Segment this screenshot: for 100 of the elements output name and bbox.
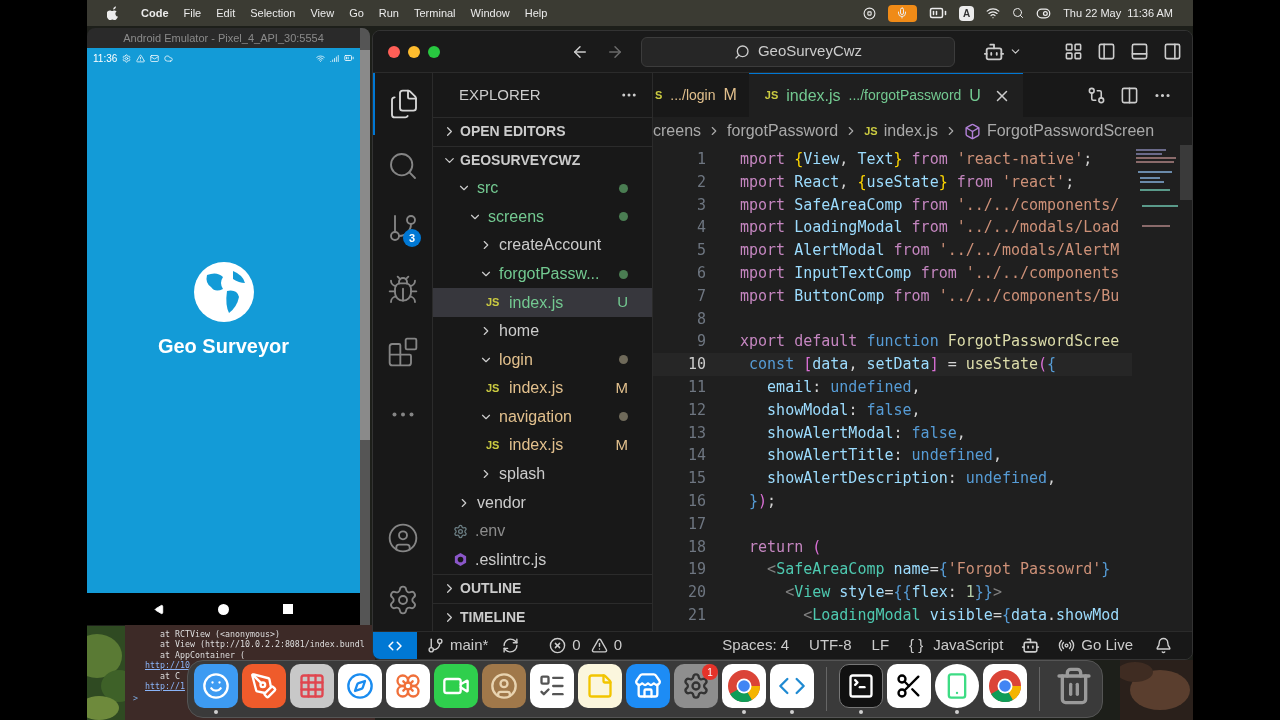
- dock-app-button[interactable]: [578, 664, 622, 708]
- file-row[interactable]: JS index.js M: [433, 431, 652, 460]
- menu-item[interactable]: Terminal: [414, 4, 456, 22]
- code-line: <SafeAreaComp name={'Forgot Passowrd'}: [766, 559, 1111, 581]
- file-row[interactable]: JS index.js M: [433, 374, 652, 403]
- status-item[interactable]: UTF-8: [799, 632, 862, 659]
- dock-app-button[interactable]: [338, 664, 382, 708]
- section-header[interactable]: OPEN EDITORS: [433, 116, 652, 146]
- input-source[interactable]: A: [958, 5, 975, 21]
- dock-app-button[interactable]: 1: [674, 664, 718, 708]
- branch-button[interactable]: main*: [417, 632, 499, 659]
- maximize-window-button[interactable]: [428, 45, 440, 58]
- section-title: OUTLINE: [460, 579, 522, 599]
- language-button[interactable]: { } JavaScript: [899, 632, 1014, 659]
- notifications-icon[interactable]: [1155, 637, 1172, 654]
- clock[interactable]: Thu 22 May 11:36 AM: [1063, 4, 1173, 22]
- editor-tab[interactable]: S .../login M: [653, 73, 749, 117]
- file-row[interactable]: .eslintrc.js: [433, 545, 652, 574]
- menu-app-name[interactable]: Code: [141, 4, 169, 22]
- command-center[interactable]: GeoSurveyCwz: [641, 36, 955, 67]
- folder-name: forgotPassw...: [499, 264, 600, 285]
- split-editor-icon[interactable]: [1120, 85, 1139, 105]
- tab-path: .../login: [670, 85, 716, 105]
- go-live-button[interactable]: Go Live: [1048, 632, 1143, 659]
- hexagon-icon: [453, 552, 468, 568]
- status-item[interactable]: LF: [861, 632, 900, 659]
- folder-name: splash: [499, 464, 546, 484]
- apple-logo-icon[interactable]: [107, 6, 119, 20]
- sync-icon[interactable]: [502, 637, 520, 654]
- panel-left-icon[interactable]: [1097, 42, 1116, 61]
- folder-row[interactable]: navigation: [433, 402, 652, 432]
- dock-app-button[interactable]: [194, 664, 238, 708]
- back-icon[interactable]: [153, 603, 165, 615]
- dock-app-button[interactable]: [434, 664, 478, 708]
- breadcrumb-item[interactable]: ForgotPasswordScreen: [986, 119, 1155, 143]
- dock-app-button[interactable]: [626, 664, 670, 708]
- breadcrumb-item[interactable]: forgotPassword: [727, 119, 839, 143]
- breadcrumb-item[interactable]: creens: [653, 119, 702, 143]
- js-icon: S: [655, 86, 663, 104]
- terminal-link[interactable]: http://1: [145, 681, 185, 692]
- menu-item[interactable]: Edit: [216, 4, 236, 22]
- browser-app-button[interactable]: [722, 664, 766, 708]
- compare-icon[interactable]: [1087, 85, 1106, 105]
- menu-item[interactable]: File: [183, 4, 202, 22]
- folder-row[interactable]: login: [433, 345, 652, 374]
- browser-app-button[interactable]: [983, 664, 1027, 708]
- folder-row[interactable]: splash: [433, 459, 652, 489]
- menu-item[interactable]: Help: [524, 4, 548, 22]
- record-icon[interactable]: [862, 6, 876, 20]
- menu-item[interactable]: Run: [378, 4, 399, 22]
- emulator-title: Android Emulator - Pixel_4_API_30:5554: [122, 30, 325, 46]
- dock-app-button[interactable]: [935, 664, 979, 708]
- microphone-icon: [896, 7, 909, 19]
- terminal-link[interactable]: http://10: [145, 660, 190, 671]
- section-header[interactable]: GEOSURVEYCWZ: [433, 145, 652, 175]
- problems-button[interactable]: 0 0: [539, 632, 633, 659]
- folder-row[interactable]: createAccount: [433, 231, 652, 260]
- close-window-button[interactable]: [388, 45, 400, 58]
- home-icon[interactable]: [218, 603, 230, 615]
- git-status-letter: M: [615, 378, 628, 399]
- file-row[interactable]: JS index.js U: [433, 288, 652, 317]
- microphone-indicator[interactable]: [887, 4, 917, 22]
- dock-app-button[interactable]: [770, 664, 814, 708]
- menu-item[interactable]: Go: [349, 4, 364, 22]
- browser-logo-icon: [727, 669, 761, 703]
- breadcrumb-item[interactable]: index.js: [883, 119, 938, 143]
- folder-row[interactable]: vendor: [433, 488, 652, 517]
- git-status-letter: M: [615, 435, 628, 456]
- dock-app-button[interactable]: [530, 664, 574, 708]
- dock-app-button[interactable]: [242, 664, 286, 708]
- blocks-icon: [387, 336, 419, 368]
- section-header[interactable]: OUTLINE: [433, 573, 652, 603]
- panel-bottom-icon[interactable]: [1130, 42, 1149, 61]
- dock-app-button[interactable]: [482, 664, 526, 708]
- wifi-icon[interactable]: [986, 6, 1001, 20]
- folder-row[interactable]: forgotPassw...: [433, 259, 652, 289]
- folder-row[interactable]: home: [433, 316, 652, 346]
- line-number: 4: [695, 217, 706, 239]
- layout-icon[interactable]: [1064, 42, 1083, 61]
- dock-app-button[interactable]: [839, 664, 883, 708]
- bot-icon[interactable]: [1021, 636, 1041, 655]
- file-row[interactable]: .env: [433, 516, 652, 546]
- menu-item[interactable]: Selection: [250, 4, 296, 22]
- folder-row[interactable]: screens: [433, 202, 652, 232]
- dock-app-button[interactable]: [887, 664, 931, 708]
- recents-icon[interactable]: [283, 604, 294, 614]
- folder-row[interactable]: src: [433, 174, 652, 203]
- activity-bar-button[interactable]: 3: [373, 197, 433, 259]
- editor-tab[interactable]: JS index.js .../forgotPassword U: [748, 73, 1023, 117]
- line-number: 20: [686, 582, 706, 604]
- dock-app-button[interactable]: [386, 664, 430, 708]
- status-item[interactable]: Spaces: 4: [712, 632, 800, 659]
- control-center-icon[interactable]: [1036, 5, 1052, 21]
- menu-item[interactable]: Window: [470, 4, 510, 22]
- panel-right-icon[interactable]: [1163, 42, 1182, 61]
- search-icon[interactable]: [1012, 7, 1025, 19]
- menu-item[interactable]: View: [310, 4, 335, 22]
- file-name: index.js: [509, 292, 564, 313]
- minimize-window-button[interactable]: [408, 45, 420, 58]
- dock-app-button[interactable]: [290, 664, 334, 708]
